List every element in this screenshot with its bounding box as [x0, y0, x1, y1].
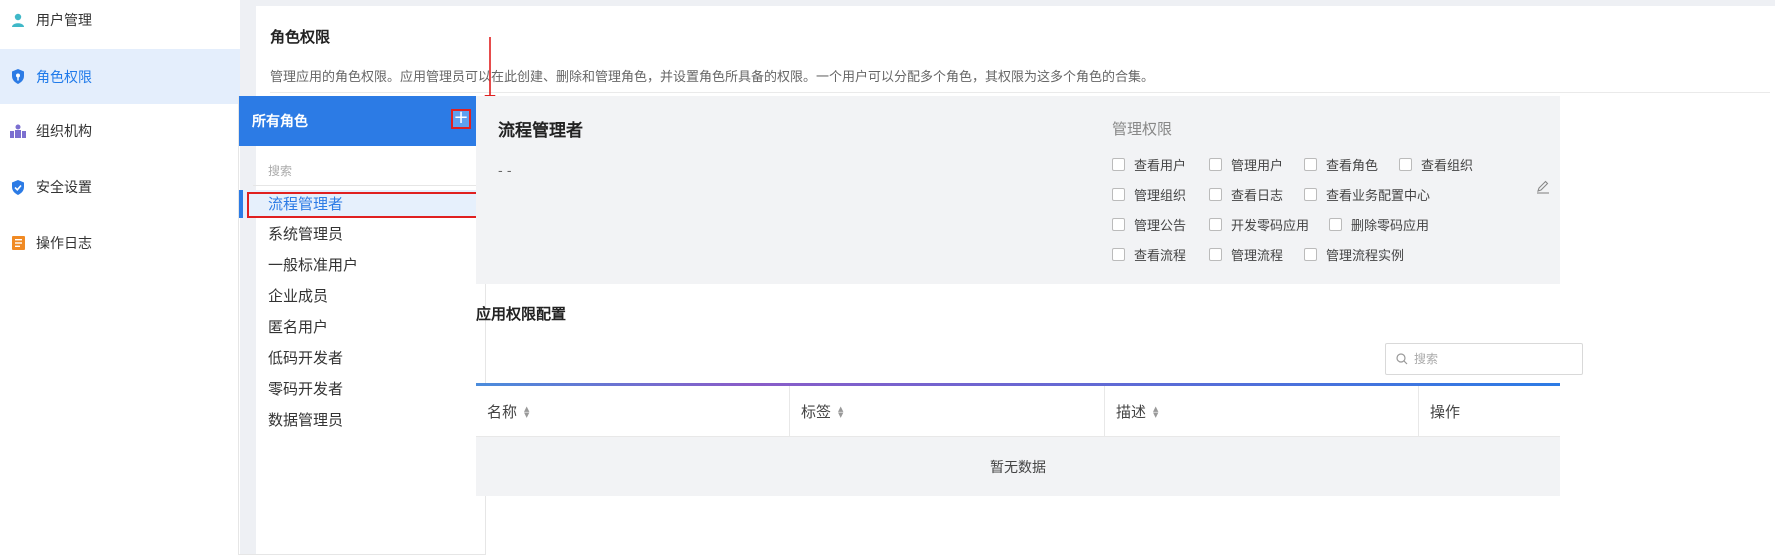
checkbox-box[interactable]	[1209, 188, 1222, 201]
role-item-anonymous-user[interactable]: 匿名用户	[268, 316, 328, 337]
sidebar-item-org[interactable]: 组织机构	[0, 106, 240, 156]
table-header: 名称 ▲ ▼ 标签 ▲ ▼ 描述 ▲ ▼ 操作	[476, 386, 1560, 437]
sort-icon[interactable]: ▲ ▼	[524, 405, 529, 418]
column-header-description[interactable]: 描述 ▲ ▼	[1105, 386, 1419, 437]
permission-label: 管理流程	[1231, 249, 1284, 264]
permission-checkbox[interactable]: 管理用户	[1209, 155, 1283, 174]
checkbox-box[interactable]	[1329, 218, 1342, 231]
checkbox-box[interactable]	[1209, 218, 1222, 231]
sidebar-item-label: 用户管理	[36, 13, 92, 29]
sidebar-item-label: 安全设置	[36, 180, 92, 196]
page-title: 角色权限	[270, 28, 331, 46]
shield-key-icon	[10, 69, 26, 85]
permission-label: 管理用户	[1231, 159, 1284, 174]
checkbox-box[interactable]	[1112, 248, 1125, 261]
checkbox-box[interactable]	[1399, 158, 1412, 171]
role-search-input[interactable]	[253, 156, 485, 186]
checkbox-box[interactable]	[1304, 158, 1317, 171]
sidebar-item-logs[interactable]: 操作日志	[0, 218, 240, 268]
permission-label: 查看用户	[1134, 159, 1187, 174]
table-empty-row: 暂无数据	[476, 437, 1560, 496]
add-role-button[interactable]: +	[451, 109, 471, 129]
checkbox-box[interactable]	[1112, 188, 1125, 201]
sort-icon[interactable]: ▲ ▼	[838, 405, 843, 418]
role-list-title: 所有角色	[252, 114, 308, 130]
role-item-data-admin[interactable]: 数据管理员	[268, 409, 343, 430]
permission-label: 查看业务配置中心	[1326, 189, 1431, 204]
role-item-system-admin[interactable]: 系统管理员	[268, 223, 343, 244]
checkbox-box[interactable]	[1112, 158, 1125, 171]
column-label: 操作	[1430, 403, 1461, 421]
selected-role-description: - -	[498, 164, 512, 179]
permission-label: 查看组织	[1421, 159, 1474, 174]
column-label: 名称	[487, 403, 518, 421]
shield-check-icon	[10, 179, 26, 195]
sidebar-item-label: 操作日志	[36, 236, 92, 252]
sidebar: 用户管理 角色权限 组织机构 安全设置 操作日志	[0, 0, 240, 555]
permission-checkbox[interactable]: 查看组织	[1399, 155, 1473, 174]
permission-label: 查看角色	[1326, 159, 1379, 174]
permission-label: 查看日志	[1231, 189, 1284, 204]
column-header-tags[interactable]: 标签 ▲ ▼	[790, 386, 1105, 437]
permission-checkbox[interactable]: 查看用户	[1112, 155, 1186, 174]
permission-label: 删除零码应用	[1351, 219, 1430, 234]
edit-icon[interactable]	[1536, 180, 1550, 194]
checkbox-box[interactable]	[1304, 248, 1317, 261]
column-header-name[interactable]: 名称 ▲ ▼	[476, 386, 790, 437]
org-icon	[10, 123, 26, 139]
permission-checkbox[interactable]: 查看流程	[1112, 245, 1186, 264]
checkbox-box[interactable]	[1209, 248, 1222, 261]
role-item-standard-user[interactable]: 一般标准用户	[268, 254, 358, 275]
permission-checkbox[interactable]: 管理组织	[1112, 185, 1186, 204]
column-header-actions: 操作	[1419, 386, 1560, 437]
user-icon	[10, 12, 26, 28]
permission-checkbox[interactable]: 开发零码应用	[1209, 215, 1309, 234]
permission-label: 开发零码应用	[1231, 219, 1310, 234]
app-search-box[interactable]	[1385, 343, 1583, 375]
permission-checkbox[interactable]: 管理流程	[1209, 245, 1283, 264]
role-item-enterprise-member[interactable]: 企业成员	[268, 285, 328, 306]
sidebar-item-label: 组织机构	[36, 124, 92, 140]
sort-icon[interactable]: ▲ ▼	[1153, 405, 1158, 418]
app-config-title: 应用权限配置	[476, 305, 567, 323]
permission-label: 管理组织	[1134, 189, 1187, 204]
role-list-header: 所有角色	[239, 96, 487, 146]
permission-section-title: 管理权限	[1112, 120, 1173, 138]
sidebar-item-label: 角色权限	[36, 69, 92, 86]
permission-label: 查看流程	[1134, 249, 1187, 264]
checkbox-box[interactable]	[1209, 158, 1222, 171]
column-label: 标签	[801, 403, 832, 421]
permission-label: 管理流程实例	[1326, 249, 1405, 264]
permission-panel: 流程管理者 - - 管理权限 查看用户 管理用户 查看角色 查看组织 管理组织 …	[476, 96, 1560, 284]
log-icon	[10, 235, 26, 251]
permission-checkbox[interactable]: 管理公告	[1112, 215, 1186, 234]
sidebar-item-roles[interactable]: 角色权限	[0, 49, 240, 104]
permission-checkbox[interactable]: 查看角色	[1304, 155, 1378, 174]
checkbox-box[interactable]	[1304, 188, 1317, 201]
permission-checkbox[interactable]: 管理流程实例	[1304, 245, 1404, 264]
selected-role-name: 流程管理者	[498, 121, 583, 141]
main-card: 角色权限 管理应用的角色权限。应用管理员可以在此创建、删除和管理角色，并设置角色…	[238, 6, 1775, 555]
permission-checkbox[interactable]: 删除零码应用	[1329, 215, 1429, 234]
app-search-input[interactable]	[1414, 352, 1574, 366]
role-list-panel: 所有角色 + 流程管理者 系统管理员 一般标准用户 企业成员 匿名用户 低码开发…	[238, 96, 487, 555]
role-item-lowcode-developer[interactable]: 低码开发者	[268, 347, 343, 368]
app-permission-table: 名称 ▲ ▼ 标签 ▲ ▼ 描述 ▲ ▼ 操作 暂无数据	[476, 383, 1560, 502]
permission-checkbox[interactable]: 查看业务配置中心	[1304, 185, 1430, 204]
permission-checkbox[interactable]: 查看日志	[1209, 185, 1283, 204]
column-label: 描述	[1116, 403, 1147, 421]
empty-state-text: 暂无数据	[990, 459, 1046, 476]
page-description: 管理应用的角色权限。应用管理员可以在此创建、删除和管理角色，并设置角色所具备的权…	[270, 70, 1155, 85]
checkbox-box[interactable]	[1112, 218, 1125, 231]
search-icon	[1396, 353, 1408, 365]
role-item-process-manager[interactable]: 流程管理者	[268, 193, 343, 214]
role-item-nocode-developer[interactable]: 零码开发者	[268, 378, 343, 399]
sidebar-item-security[interactable]: 安全设置	[0, 162, 240, 212]
permission-label: 管理公告	[1134, 219, 1187, 234]
sidebar-item-users[interactable]: 用户管理	[0, 0, 240, 45]
